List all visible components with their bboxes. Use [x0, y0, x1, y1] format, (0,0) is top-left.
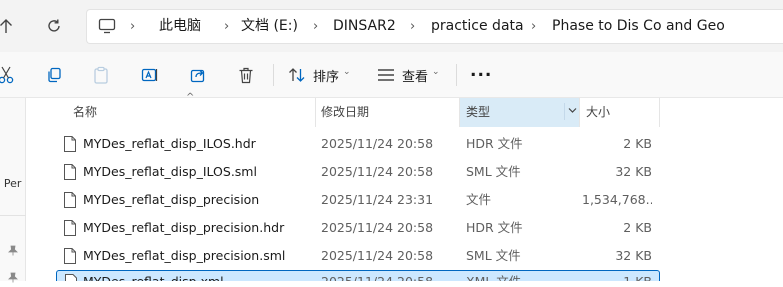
column-divider[interactable] [459, 98, 460, 127]
address-bar-row: › 此电脑 › 文档 (E:) › DINSAR2 › practice dat… [0, 0, 783, 52]
file-icon [64, 248, 76, 264]
computer-icon [98, 18, 116, 38]
file-icon [64, 136, 76, 152]
file-type: SML 文件 [466, 248, 521, 263]
column-divider[interactable] [315, 98, 316, 127]
delete-icon[interactable] [236, 65, 256, 85]
file-name: MYDes_reflat_disp_ILOS.hdr [83, 136, 256, 151]
xml-file-icon [65, 274, 77, 281]
share-icon[interactable] [188, 65, 208, 85]
file-size: 32 KB [615, 248, 652, 263]
up-arrow-icon[interactable] [0, 14, 18, 38]
file-size: 32 KB [615, 164, 652, 179]
sort-icon[interactable] [287, 65, 307, 85]
file-modified: 2025/11/24 20:58 [321, 248, 434, 263]
column-divider[interactable] [659, 98, 660, 127]
column-header-modified[interactable]: 修改日期 [321, 98, 369, 127]
file-icon [64, 192, 76, 208]
file-icon [64, 220, 76, 236]
chevron-down-icon: ⌄ [343, 67, 351, 77]
file-modified: 2025/11/24 20:58 [321, 164, 434, 179]
sort-ascending-icon: ^ [186, 92, 195, 103]
pin-icon[interactable] [8, 268, 18, 287]
chevron-right-icon: › [224, 19, 230, 34]
file-name: MYDes_reflat_disp_precision.sml [83, 248, 286, 263]
breadcrumb-practice-data[interactable]: practice data [431, 10, 524, 43]
pin-icon[interactable] [8, 241, 18, 260]
column-header-name[interactable]: 名称 [73, 98, 97, 127]
rename-icon[interactable] [140, 65, 160, 85]
chevron-down-icon [568, 108, 577, 113]
sort-button-label[interactable]: 排序 [313, 66, 339, 85]
breadcrumb-dinsar2[interactable]: DINSAR2 [333, 10, 396, 43]
file-row[interactable]: MYDes_reflat_disp_precision.hdr 2025/11/… [56, 214, 660, 242]
file-size: 2 KB [623, 220, 652, 235]
column-header-type[interactable]: 类型 [466, 98, 490, 127]
file-name: MYDes_reflat_disp.xml [83, 271, 224, 281]
file-name: MYDes_reflat_disp_precision [83, 192, 260, 207]
toolbar-divider [456, 64, 457, 86]
file-modified: 2025/11/24 20:58 [321, 271, 433, 281]
chevron-right-icon: › [531, 19, 537, 34]
file-modified: 2025/11/24 20:58 [321, 220, 434, 235]
navigation-pane: › Per [0, 98, 26, 283]
chevron-right-icon: › [130, 19, 136, 34]
chevron-right-icon: › [313, 19, 319, 34]
file-type: HDR 文件 [466, 136, 523, 151]
file-row[interactable]: MYDes_reflat_disp_ILOS.sml 2025/11/24 20… [56, 158, 660, 186]
more-options-button[interactable]: ... [470, 61, 492, 81]
paste-icon[interactable] [91, 65, 111, 85]
column-filter-dropdown[interactable] [564, 103, 579, 120]
file-type: XML 文件 [466, 271, 521, 281]
file-type: SML 文件 [466, 164, 521, 179]
file-row[interactable]: MYDes_reflat_disp_ILOS.hdr 2025/11/24 20… [56, 130, 660, 158]
cut-icon[interactable] [0, 65, 16, 85]
file-name: MYDes_reflat_disp_precision.hdr [83, 220, 285, 235]
file-row[interactable]: MYDes_reflat_disp_precision.sml 2025/11/… [56, 242, 660, 270]
file-row[interactable]: MYDes_reflat_disp_precision 2025/11/24 2… [56, 186, 660, 214]
file-type: 文件 [466, 192, 492, 207]
nav-item-partial[interactable]: › Per [0, 177, 21, 190]
breadcrumb-documents[interactable]: 文档 (E:) [241, 10, 298, 43]
view-button-label[interactable]: 查看 [402, 66, 428, 85]
file-modified: 2025/11/24 20:58 [321, 136, 434, 151]
column-header-size[interactable]: 大小 [586, 98, 610, 127]
breadcrumb-this-pc[interactable]: 此电脑 [159, 10, 201, 43]
address-bar[interactable]: › 此电脑 › 文档 (E:) › DINSAR2 › practice dat… [86, 9, 783, 44]
refresh-icon[interactable] [42, 14, 66, 38]
file-size: 2 KB [623, 136, 652, 151]
file-icon [64, 164, 76, 180]
toolbar-divider [273, 64, 274, 86]
chevron-down-icon: ⌄ [432, 67, 440, 77]
copy-icon[interactable] [44, 65, 64, 85]
chevron-right-icon: › [410, 19, 416, 34]
command-bar: 排序 ⌄ 查看 ⌄ ... [0, 52, 783, 98]
breadcrumb-current-folder[interactable]: Phase to Dis Co and Geo [552, 10, 725, 43]
file-modified: 2025/11/24 23:31 [321, 192, 434, 207]
file-size: 1 KB [582, 271, 652, 281]
column-divider[interactable] [579, 98, 580, 127]
file-name: MYDes_reflat_disp_ILOS.sml [83, 164, 257, 179]
view-icon[interactable] [376, 65, 396, 85]
file-size: 1,534,768... [582, 192, 652, 207]
file-row-selected[interactable]: MYDes_reflat_disp.xml 2025/11/24 20:58 X… [56, 270, 660, 281]
file-type: HDR 文件 [466, 220, 523, 235]
nav-divider [0, 215, 26, 216]
